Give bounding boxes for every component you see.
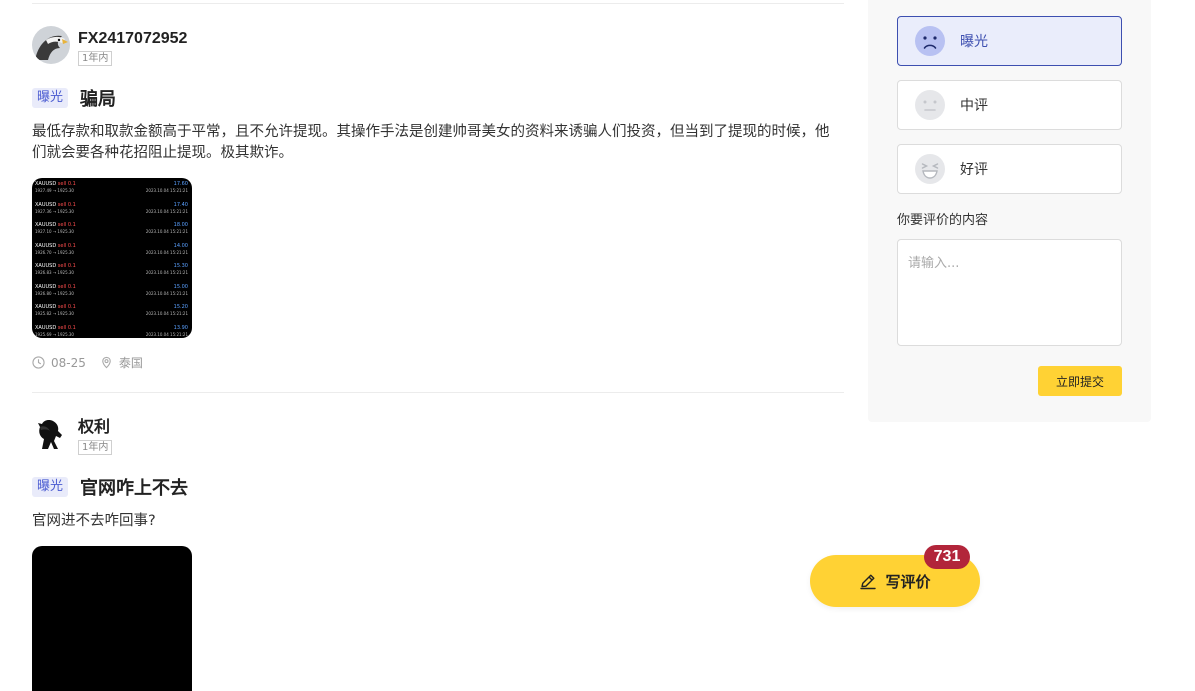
trade-symbol: XAUUSD bbox=[35, 283, 58, 290]
eagle-avatar-icon bbox=[32, 26, 70, 64]
trade-value: 13.90 bbox=[173, 324, 188, 331]
post-body: 官网进不去咋回事? bbox=[32, 513, 156, 529]
trade-side: sell 0.1 bbox=[57, 242, 76, 249]
trade-value: 15.30 bbox=[173, 263, 188, 269]
trade-time: 2023.10.04 15:21:21 bbox=[145, 331, 188, 337]
top-divider bbox=[32, 3, 844, 4]
trade-symbol: XAUUSD bbox=[35, 201, 58, 208]
trade-side: sell 0.1 bbox=[57, 263, 76, 269]
trade-row: XAUUSD sell 0.1 1927.49 → 1925.30 17.60 202… bbox=[32, 178, 192, 199]
trade-side: sell 0.1 bbox=[57, 283, 76, 290]
trade-value: 17.40 bbox=[173, 201, 188, 208]
post-location: 泰国 bbox=[118, 356, 143, 370]
avatar[interactable] bbox=[32, 415, 70, 453]
author-name[interactable]: FX2417072952 bbox=[78, 30, 187, 48]
review-post: FX2417072952 1年内 曝光 骗局 最低存款和取款金额高于平常，且不允… bbox=[32, 26, 844, 371]
trade-symbol: XAUUSD bbox=[35, 181, 58, 187]
rating-panel: 曝光 中评 好评 你要评价的内容 立即提交 bbox=[868, 0, 1151, 422]
trade-value: 18.00 bbox=[173, 222, 188, 228]
trade-side: sell 0.1 bbox=[57, 222, 76, 228]
trade-symbol: XAUUSD bbox=[35, 304, 58, 310]
trade-value: 17.60 bbox=[173, 181, 188, 187]
location-pin-icon bbox=[102, 356, 111, 369]
trade-row: XAUUSD sell 0.1 1927.10 → 1925.30 18.00 202… bbox=[32, 219, 192, 240]
submit-button[interactable]: 立即提交 bbox=[1038, 366, 1122, 396]
trade-value: 15.00 bbox=[173, 283, 188, 290]
trade-row: XAUUSD sell 0.1 1926.83 → 1925.30 15.30 202… bbox=[32, 260, 192, 281]
trade-symbol: XAUUSD bbox=[35, 242, 58, 249]
rating-option-label: 好评 bbox=[960, 162, 988, 178]
post-divider bbox=[32, 392, 844, 393]
post-image[interactable] bbox=[32, 546, 192, 691]
post-image[interactable]: XAUUSD sell 0.1 1927.49 → 1925.30 17.60 202… bbox=[32, 178, 192, 338]
trade-row: XAUUSD sell 0.1 1926.80 → 1925.30 15.00 202… bbox=[32, 281, 192, 302]
trade-side: sell 0.1 bbox=[57, 304, 76, 310]
trade-value: 14.00 bbox=[173, 242, 188, 249]
trade-row: XAUUSD sell 0.1 1925.82 → 1925.30 15.20 202… bbox=[32, 301, 192, 322]
trade-symbol: XAUUSD bbox=[35, 324, 58, 331]
trade-time: 2023.10.04 15:21:21 bbox=[145, 208, 188, 214]
review-content-label: 你要评价的内容 bbox=[897, 213, 989, 228]
post-author: 权利 1年内 bbox=[32, 415, 844, 459]
post-body: 最低存款和取款金额高于平常，且不允许提现。其操作手法是创建帅哥美女的资料来诱骗人… bbox=[32, 124, 830, 161]
trade-side: sell 0.1 bbox=[57, 181, 76, 187]
avatar[interactable] bbox=[32, 26, 70, 64]
rating-option-neutral[interactable]: 中评 bbox=[897, 80, 1122, 130]
post-date: 08-25 bbox=[51, 355, 86, 370]
sad-face-icon bbox=[915, 26, 945, 56]
trade-time: 2023.10.04 15:21:21 bbox=[145, 188, 188, 193]
laughing-face-icon bbox=[915, 154, 945, 184]
trade-row: XAUUSD sell 0.1 1927.36 → 1925.30 17.40 202… bbox=[32, 199, 192, 220]
tenure-badge: 1年内 bbox=[78, 440, 113, 455]
clock-icon bbox=[32, 356, 45, 369]
trade-time: 2023.10.04 15:21:21 bbox=[145, 270, 188, 275]
post-title[interactable]: 官网咋上不去 bbox=[80, 474, 188, 500]
tenure-badge: 1年内 bbox=[78, 51, 113, 66]
trade-time: 2023.10.04 15:21:21 bbox=[145, 290, 188, 296]
review-content-input[interactable] bbox=[897, 239, 1122, 346]
trade-symbol: XAUUSD bbox=[35, 263, 58, 269]
pen-icon bbox=[860, 574, 877, 590]
post-meta: 08-25 泰国 bbox=[32, 354, 844, 371]
trade-time: 2023.10.04 15:21:21 bbox=[145, 311, 188, 316]
rating-option-positive[interactable]: 好评 bbox=[897, 144, 1122, 194]
post-title[interactable]: 骗局 bbox=[80, 85, 116, 111]
trade-time: 2023.10.04 15:21:21 bbox=[145, 229, 188, 234]
trade-side: sell 0.1 bbox=[57, 324, 76, 331]
trade-row: XAUUSD sell 0.1 1925.69 → 1925.30 13.90 202… bbox=[32, 322, 192, 339]
trade-time: 2023.10.04 15:21:21 bbox=[145, 249, 188, 255]
rating-option-label: 中评 bbox=[960, 98, 988, 114]
neutral-face-icon bbox=[915, 90, 945, 120]
post-author: FX2417072952 1年内 bbox=[32, 26, 844, 70]
horse-avatar-icon bbox=[32, 415, 70, 453]
rating-option-exposure[interactable]: 曝光 bbox=[897, 16, 1122, 66]
author-name[interactable]: 权利 bbox=[78, 419, 112, 437]
review-count-badge: 731 bbox=[924, 545, 970, 569]
rating-option-label: 曝光 bbox=[960, 34, 988, 50]
trade-side: sell 0.1 bbox=[57, 201, 76, 208]
review-post: 权利 1年内 曝光 官网咋上不去 官网进不去咋回事? bbox=[32, 415, 844, 691]
exposure-tag: 曝光 bbox=[32, 88, 69, 108]
write-review-label: 写评价 bbox=[885, 572, 931, 591]
trade-value: 15.20 bbox=[173, 304, 188, 310]
exposure-tag: 曝光 bbox=[32, 477, 69, 497]
trade-symbol: XAUUSD bbox=[35, 222, 58, 228]
trade-row: XAUUSD sell 0.1 1926.70 → 1925.30 14.00 202… bbox=[32, 240, 192, 261]
